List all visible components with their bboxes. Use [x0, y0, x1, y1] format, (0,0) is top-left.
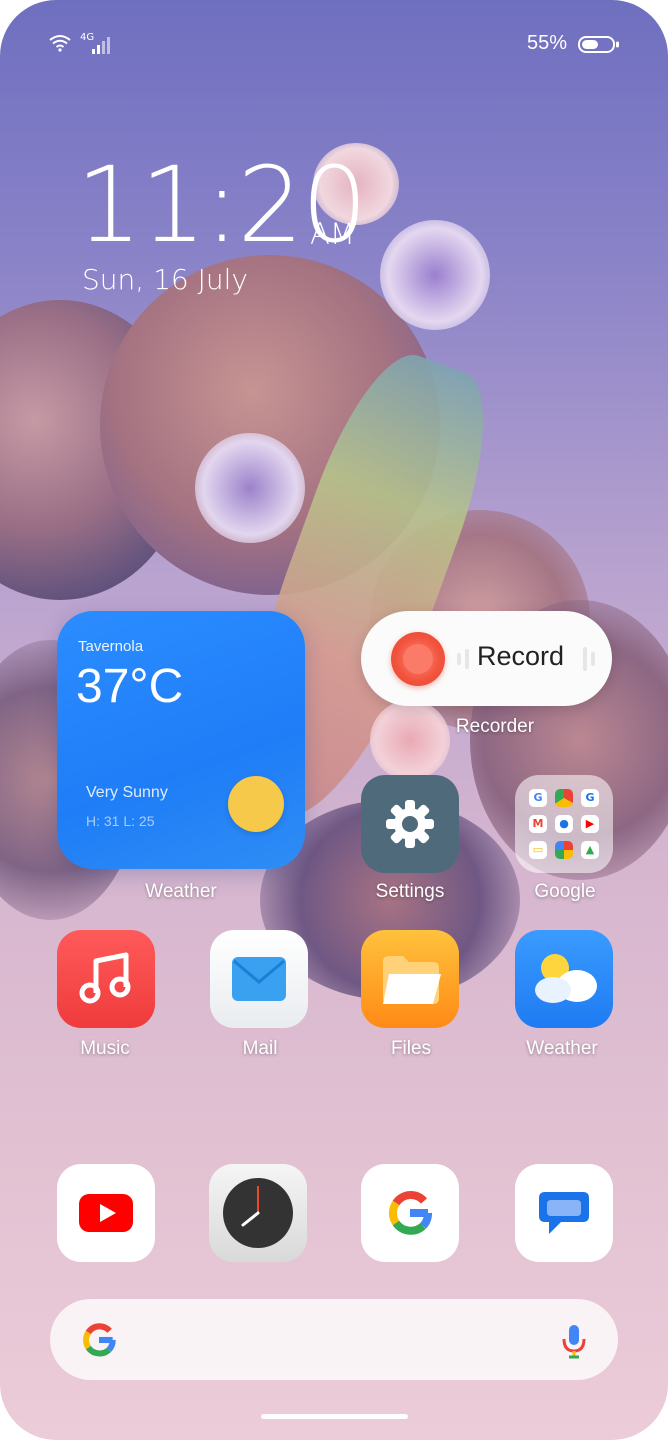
weather-city: Tavernola	[78, 638, 144, 655]
chrome-mini-icon	[555, 789, 573, 807]
youtube-app-icon[interactable]	[57, 1164, 155, 1262]
wifi-icon	[49, 35, 71, 52]
files-app-label: Files	[390, 1038, 432, 1059]
weather-widget-label: Weather	[145, 881, 217, 902]
wallpaper-flower	[195, 433, 305, 543]
slides-mini-icon: ▭	[529, 841, 547, 859]
network-type-label: 4G	[80, 32, 95, 43]
record-button-label: Record	[477, 641, 565, 671]
clock-ampm: AM	[310, 217, 355, 251]
messages-app-icon[interactable]	[515, 1164, 613, 1262]
settings-app-icon[interactable]	[361, 775, 459, 873]
photos-mini-icon	[555, 841, 573, 859]
weather-app-label: Weather	[526, 1038, 598, 1059]
google-g-icon	[83, 1323, 116, 1357]
gmail-mini-icon: M	[529, 815, 547, 833]
sun-icon	[228, 776, 284, 832]
sun-cloud-icon	[535, 954, 597, 1003]
status-bar: 4G 55%	[0, 30, 668, 60]
battery-icon	[578, 36, 619, 53]
messages-bubble-icon	[539, 1192, 589, 1234]
clock-date: Sun, 16 July	[82, 263, 248, 296]
messages-mini-icon: ●	[555, 815, 573, 833]
gear-icon	[386, 800, 434, 848]
folder-icon	[383, 956, 441, 1004]
mail-app-icon[interactable]	[210, 930, 308, 1028]
wallpaper-flower	[370, 700, 450, 780]
settings-app-label: Settings	[375, 881, 445, 902]
recorder-widget[interactable]: Record	[361, 611, 612, 706]
search-bar[interactable]	[50, 1299, 618, 1380]
youtube-icon	[79, 1194, 133, 1232]
weather-high-low: H: 31 L: 25	[86, 813, 155, 829]
google-folder-icon[interactable]: G G M ● ▶ ▭ ▲	[515, 775, 613, 873]
google-g-icon	[388, 1191, 432, 1235]
home-screen: 4G 55% 11:20 AM Sun, 16 July Tavernola 3…	[0, 0, 668, 1440]
home-indicator[interactable]	[261, 1414, 408, 1419]
youtube-mini-icon: ▶	[581, 815, 599, 833]
microphone-icon[interactable]	[561, 1323, 587, 1359]
envelope-icon	[232, 957, 286, 1001]
mail-app-label: Mail	[242, 1038, 278, 1059]
weather-temperature: 37°C	[76, 660, 184, 713]
record-button-icon[interactable]	[391, 632, 445, 686]
music-app-label: Music	[80, 1038, 130, 1059]
music-note-icon	[79, 952, 131, 1004]
google-folder-label: Google	[534, 881, 596, 902]
weather-condition: Very Sunny	[86, 784, 168, 801]
cellular-signal: 4G	[80, 32, 112, 60]
weather-app-icon[interactable]	[515, 930, 613, 1028]
google-app-icon[interactable]	[361, 1164, 459, 1262]
shield-mini-icon: G	[581, 789, 599, 807]
weather-widget[interactable]: Tavernola 37°C Very Sunny H: 31 L: 25	[57, 611, 305, 869]
google-mini-icon: G	[529, 789, 547, 807]
wallpaper-flower	[380, 220, 490, 330]
music-app-icon[interactable]	[57, 930, 155, 1028]
battery-percentage: 55%	[527, 32, 568, 54]
clock-icon	[223, 1178, 293, 1248]
files-app-icon[interactable]	[361, 930, 459, 1028]
recorder-widget-label: Recorder	[455, 716, 535, 737]
drive-mini-icon: ▲	[581, 841, 599, 859]
clock-app-icon[interactable]	[209, 1164, 307, 1262]
